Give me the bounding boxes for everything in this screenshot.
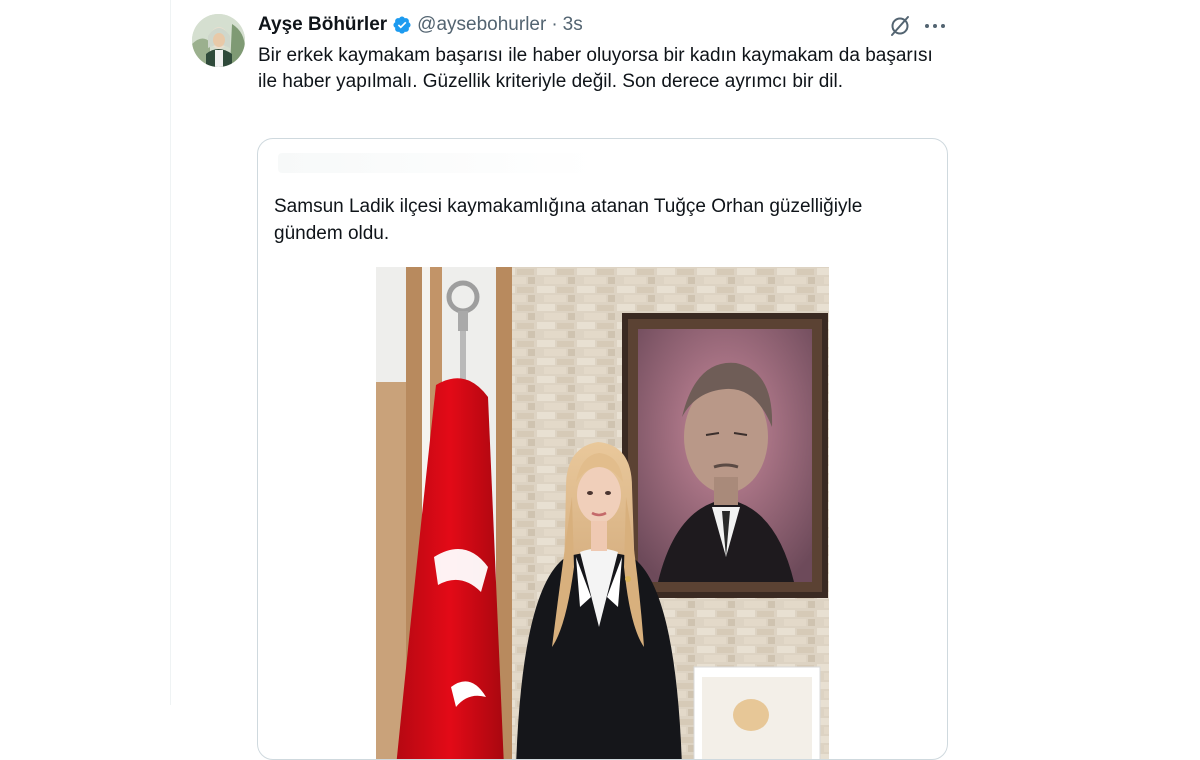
separator-dot: · <box>551 14 558 35</box>
quote-author-placeholder <box>278 153 598 173</box>
more-icon[interactable] <box>922 15 948 37</box>
tweet-timestamp[interactable]: 3s <box>563 14 583 36</box>
author-handle[interactable]: @aysebohurler <box>417 14 546 36</box>
timeline-border <box>170 0 171 705</box>
quoted-tweet-text: Samsun Ladik ilçesi kaymakamlığına atana… <box>274 196 863 244</box>
office-portrait-image <box>376 267 829 759</box>
author-name[interactable]: Ayşe Böhürler <box>258 14 387 36</box>
avatar-image <box>192 14 245 67</box>
quoted-tweet-card[interactable]: Samsun Ladik ilçesi kaymakamlığına atana… <box>257 138 948 760</box>
author-avatar[interactable] <box>192 14 245 67</box>
quoted-tweet-photo[interactable] <box>376 267 829 759</box>
grok-icon[interactable] <box>888 14 912 38</box>
verified-badge-icon[interactable] <box>392 15 412 35</box>
tweet-text: Bir erkek kaymakam başarısı ile haber ol… <box>258 45 933 92</box>
tweet-header: Ayşe Böhürler @aysebohurler · 3s <box>258 12 583 38</box>
